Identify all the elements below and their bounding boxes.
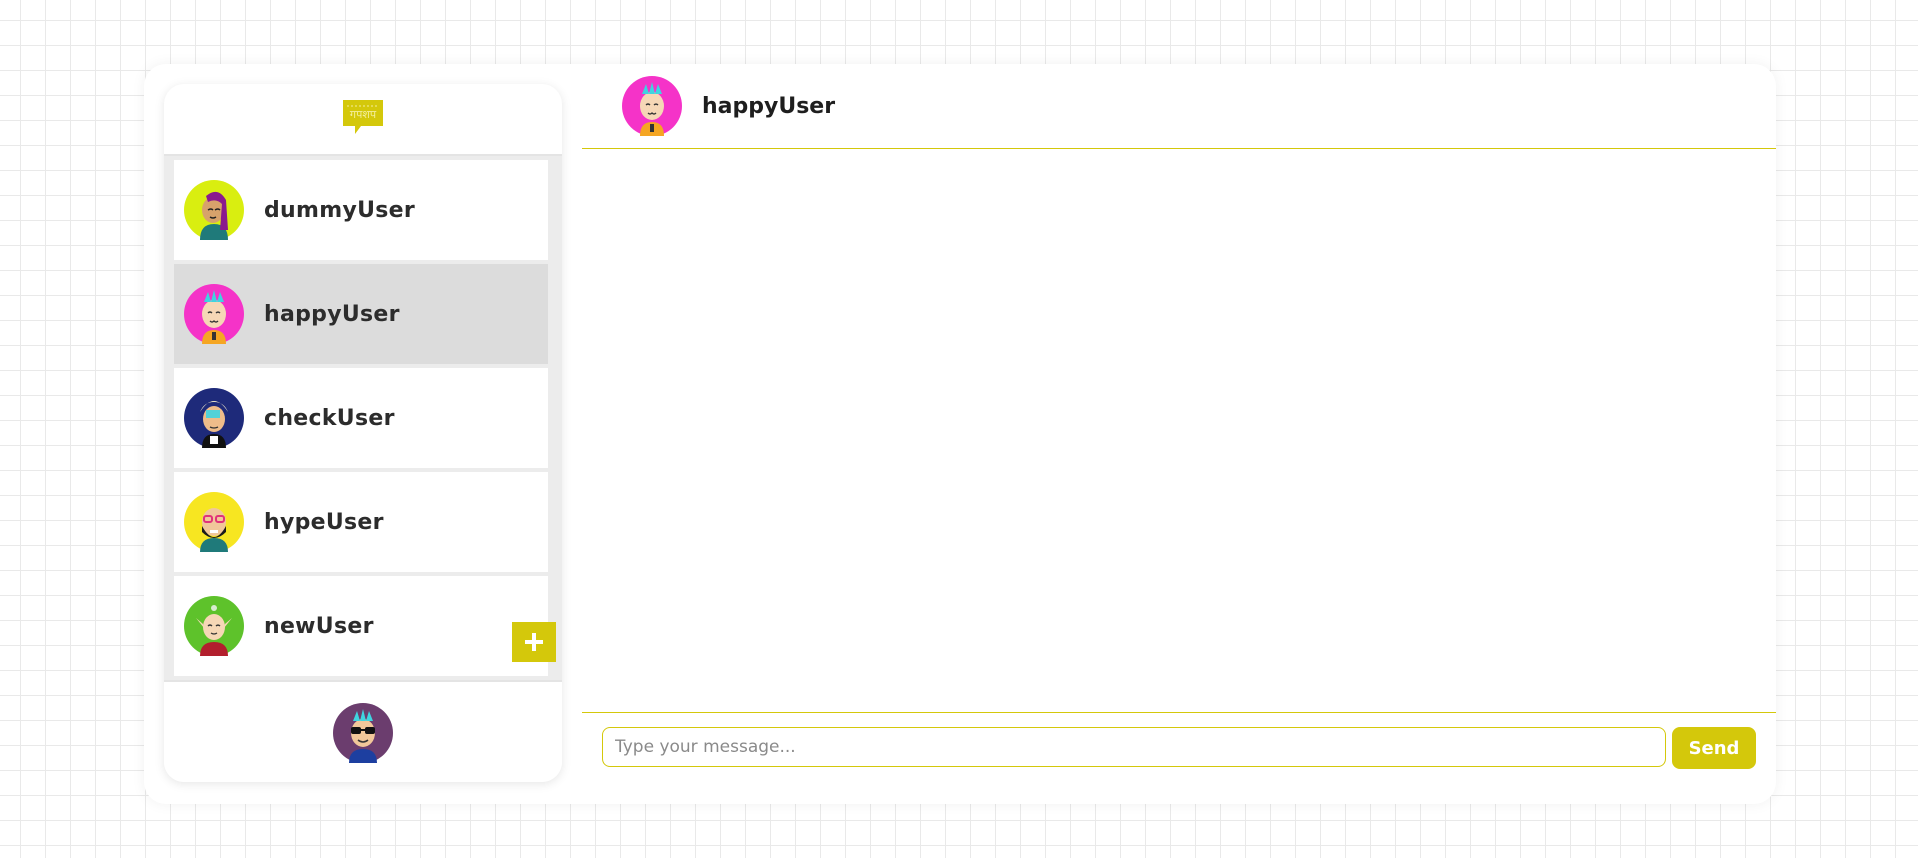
sidebar-footer bbox=[164, 680, 562, 782]
user-item-hypeuser[interactable]: hypeUser bbox=[174, 472, 548, 572]
user-item-dummyuser[interactable]: dummyUser bbox=[174, 160, 548, 260]
add-user-button[interactable] bbox=[512, 622, 556, 662]
chat-bubble-logo-icon: गपशप bbox=[341, 98, 385, 140]
user-list: dummyUser happyUser checkUser hypeUser n… bbox=[164, 156, 562, 680]
chat-title: happyUser bbox=[702, 93, 836, 119]
svg-text:गपशप: गपशप bbox=[350, 108, 377, 121]
chat-app-window: गपशप dummyUser happyUser checkUser hypeU… bbox=[144, 64, 1776, 804]
user-name: dummyUser bbox=[264, 197, 416, 223]
user-item-newuser[interactable]: newUser bbox=[174, 576, 548, 676]
elf-avatar-icon bbox=[184, 596, 244, 656]
send-button[interactable]: Send bbox=[1672, 727, 1756, 769]
user-name: happyUser bbox=[264, 301, 400, 327]
user-name: newUser bbox=[264, 613, 374, 639]
plus-icon bbox=[525, 633, 543, 651]
sidebar: गपशप dummyUser happyUser checkUser hypeU… bbox=[164, 84, 562, 782]
message-composer: Send bbox=[582, 712, 1776, 805]
message-input[interactable] bbox=[602, 727, 1666, 767]
message-area bbox=[582, 150, 1776, 714]
sidebar-header: गपशप bbox=[164, 84, 562, 156]
user-item-happyuser[interactable]: happyUser bbox=[174, 264, 548, 364]
woman-avatar-icon bbox=[184, 180, 244, 240]
smiling-punk-avatar-icon bbox=[184, 284, 244, 344]
sunglasses-avatar-icon[interactable] bbox=[333, 703, 393, 763]
user-name: hypeUser bbox=[264, 509, 384, 535]
chat-header: happyUser bbox=[582, 64, 1776, 149]
user-name: checkUser bbox=[264, 405, 395, 431]
user-item-checkuser[interactable]: checkUser bbox=[174, 368, 548, 468]
smiling-punk-avatar-icon bbox=[622, 76, 682, 136]
dreadlocks-avatar-icon bbox=[184, 388, 244, 448]
glasses-beard-avatar-icon bbox=[184, 492, 244, 552]
chat-panel: happyUser Send bbox=[582, 64, 1776, 804]
